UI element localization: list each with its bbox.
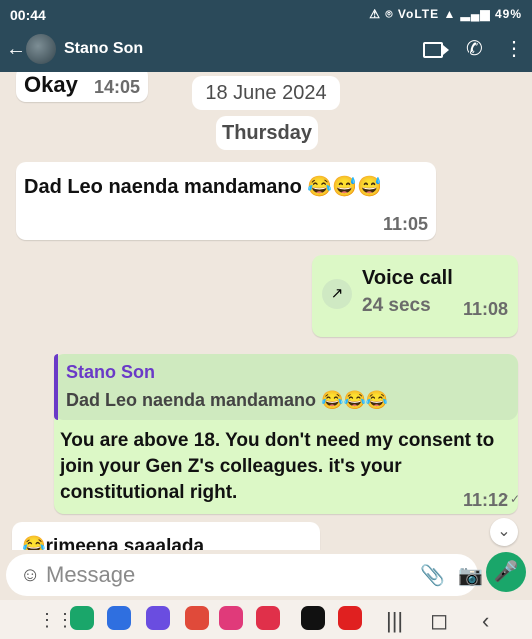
message-time: 14:05 (93, 77, 140, 97)
attach-icon[interactable]: 📎 (420, 563, 445, 588)
status-time: 00:44 (10, 7, 46, 23)
scroll-down-button[interactable]: ⌄ (490, 518, 518, 546)
recents-icon[interactable]: ||| (386, 608, 403, 634)
message-placeholder: Message (46, 562, 136, 587)
messages-app-icon[interactable] (107, 606, 131, 630)
date-label: 18 June 2024 (192, 76, 340, 110)
quote-bar (54, 354, 58, 420)
video-call-icon[interactable] (423, 42, 449, 58)
contacts-app-icon[interactable] (70, 606, 94, 630)
camera-icon[interactable]: 📷 (458, 563, 483, 588)
message-text: 😂rimeena saaalada (22, 536, 205, 550)
avatar[interactable] (26, 34, 56, 64)
message-okay[interactable]: Okay 14:05 (16, 72, 148, 102)
reply-message[interactable]: Stano Son Dad Leo naenda mandamano 😂😂😂 Y… (54, 354, 520, 514)
chat-area: Okay 14:05 18 June 2024 Thursday Dad Leo… (0, 72, 532, 550)
internet-app-icon[interactable] (146, 606, 170, 630)
voice-call-duration: 24 secs (362, 295, 431, 316)
voice-call-title: Voice call (362, 267, 453, 289)
quoted-text: Dad Leo naenda mandamano 😂😂😂 (66, 390, 389, 410)
message-text: You are above 18. You don't need my cons… (60, 430, 495, 503)
message-input[interactable]: ☺ Message 📎 📷 (6, 554, 483, 596)
home-icon[interactable]: ◻ (430, 608, 448, 634)
flower-app-icon[interactable] (219, 606, 243, 630)
contact-name[interactable]: Stano Son (64, 40, 143, 58)
quoted-sender: Stano Son (66, 362, 155, 382)
message-text: Okay (24, 72, 78, 97)
message-composer: ☺ Message 📎 📷 (0, 550, 532, 600)
navigation-bar: ⋮⋮⋮ ||| ◻ ‹ (0, 600, 532, 639)
incoming-message[interactable]: Dad Leo naenda mandamano 😂😅😅 11:05 (16, 162, 436, 240)
message-time: 11:08 (462, 299, 508, 319)
phone-icon[interactable]: ✆ (466, 36, 483, 61)
delivered-ticks-icon: ✓✓ (499, 492, 520, 506)
quoted-message[interactable]: Stano Son Dad Leo naenda mandamano 😂😂😂 (54, 354, 518, 420)
message-time: 11:05 (382, 214, 428, 234)
notes-app-icon[interactable] (185, 606, 209, 630)
mic-button[interactable]: 🎤 (486, 552, 526, 592)
missed-call-icon: ↗ (322, 279, 352, 309)
status-bar: 00:44 ⚠ ⌾ VoLTE ▲ ▂▄▆ 49% (0, 0, 532, 30)
voice-call-message[interactable]: ↗ Voice call 24 secs 11:08 (312, 255, 518, 337)
more-options-icon[interactable]: ⋮ (504, 36, 524, 61)
back-arrow-icon[interactable]: ← (6, 38, 26, 61)
partial-message[interactable]: 😂rimeena saaalada (12, 522, 320, 550)
camera-app-icon[interactable] (256, 606, 280, 630)
youtube-app-icon[interactable] (338, 606, 362, 630)
x-app-icon[interactable] (301, 606, 325, 630)
day-label: Thursday (216, 116, 318, 150)
status-icons: ⚠ ⌾ VoLTE ▲ ▂▄▆ 49% (369, 7, 522, 21)
chat-header: ← Stano Son ✆ ⋮ (0, 30, 532, 72)
message-text: Dad Leo naenda mandamano 😂😅😅 (24, 176, 383, 198)
back-nav-icon[interactable]: ‹ (482, 608, 489, 634)
emoji-icon[interactable]: ☺ (20, 564, 40, 587)
